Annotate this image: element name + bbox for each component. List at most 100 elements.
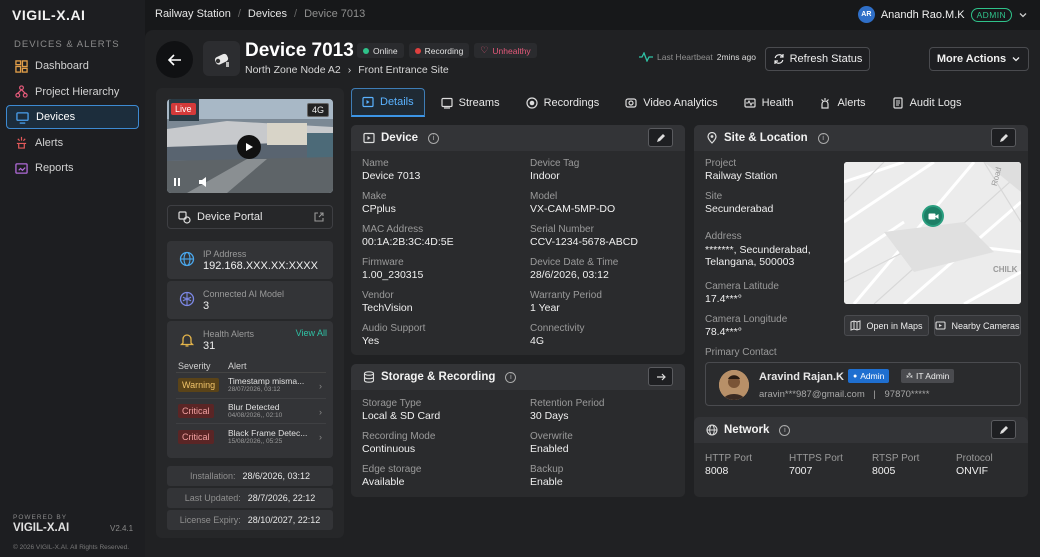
device-portal-button[interactable]: Device Portal [167,205,333,229]
field-storage-type: Storage Type Local & SD Card [362,398,441,422]
nearby-cameras-button[interactable]: Nearby Cameras [934,315,1021,336]
field-make: Make CPplus [362,191,396,215]
field-edge-storage: Edge storage Available [362,464,422,488]
map-camera-pin[interactable] [922,205,944,227]
tab-video-analytics[interactable]: Video Analytics [615,88,727,117]
field-retention-period: Retention Period 30 Days [530,398,605,422]
video-camera-icon [928,213,938,219]
info-icon[interactable]: i [428,132,440,144]
streams-icon [441,97,453,109]
field-recording-mode: Recording Mode Continuous [362,431,436,455]
live-video-preview[interactable]: Live 4G [167,99,333,193]
field-device-tag: Device Tag Indoor [530,158,580,182]
open-in-maps-button[interactable]: Open in Maps [844,315,929,336]
location-map[interactable]: Road CHILK [844,162,1021,304]
device-summary-panel: Live 4G Device Portal IP Address 192.168… [156,88,344,538]
app-root: VIGIL-X.AI DEVICES & ALERTS Dashboard Pr… [0,0,1040,557]
ai-model-box: Connected AI Model 3 [167,281,333,319]
detail-tabs: Details Streams Recordings Video Analyti… [351,88,1031,117]
chevron-right-icon: › [347,64,352,76]
chevron-right-icon: › [319,381,322,391]
view-all-link[interactable]: View All [296,328,327,338]
breadcrumb-project[interactable]: Railway Station [155,8,231,20]
ai-model-value: 3 [203,300,210,312]
sidebar-item-dashboard[interactable]: Dashboard [6,54,139,78]
field-https-port: HTTPS Port 7007 [789,453,843,477]
table-row[interactable]: Critical Blur Detected 04/08/2026,, 02:10… [176,399,326,424]
pencil-icon [999,425,1008,434]
sidebar-item-project-hierarchy[interactable]: Project Hierarchy [6,80,139,104]
health-alerts-box: Health Alerts 31 View All Severity Alert… [167,321,333,458]
field-audio-support: Audio Support Yes [362,323,426,347]
alert-siren-icon [821,97,830,109]
info-icon[interactable]: i [779,424,791,436]
field-project: Project Railway Station [705,158,778,182]
hierarchy-icon [15,85,28,98]
alert-time: 04/08/2026,, 02:10 [228,411,283,419]
topbar: Railway Station / Devices / Device 7013 … [145,0,1040,30]
column-header-severity: Severity [178,360,211,371]
tab-recordings[interactable]: Recordings [516,88,610,117]
portal-icon [178,210,191,224]
main-content: Device 7013 North Zone Node A2 › Front E… [145,30,1040,557]
field-firmware: Firmware 1.00_230315 [362,257,424,281]
breadcrumb: Railway Station / Devices / Device 7013 [155,8,365,20]
tab-streams[interactable]: Streams [431,88,510,117]
field-camera-longitude: Camera Longitude 78.4***° [705,314,788,338]
field-mac-address: MAC Address 00:1A:2B:3C:4D:5E [362,224,454,248]
arrow-right-icon [656,373,666,380]
edit-network-button[interactable] [991,420,1016,439]
ip-address-box: IP Address 192.168.XXX.XX:XXXX [167,241,333,279]
user-name: Anandh Rao.M.K [880,8,965,21]
powered-by: POWERED BY [13,514,68,521]
play-button[interactable] [237,135,261,159]
table-row[interactable]: Warning Timestamp misma... 28/07/2026, 03… [176,373,326,399]
edit-device-button[interactable] [648,128,673,147]
tab-health[interactable]: Health [734,88,804,117]
primary-contact-card[interactable]: Aravind Rajan.K ● Admin ⁂ IT Admin aravin*… [705,362,1021,406]
column-header-alert: Alert [228,360,247,371]
ip-address-label: IP Address [203,249,247,259]
more-actions-button[interactable]: More Actions [929,47,1029,71]
severity-badge: Critical [178,429,214,444]
heart-icon: ♡ [480,45,489,55]
edit-site-button[interactable] [991,128,1016,147]
user-menu[interactable]: AR Anandh Rao.M.K ADMIN [857,6,1028,23]
last-updated-info: Last Updated: 28/7/2026, 22:12 [167,488,333,508]
audit-logs-icon [892,96,903,109]
field-camera-latitude: Camera Latitude 17.4***° [705,281,779,305]
health-alerts-label: Health Alerts [203,329,255,339]
tab-details[interactable]: Details [351,88,425,117]
field-device-date-time: Device Date & Time 28/6/2026, 03:12 [530,257,619,281]
sidebar-item-devices[interactable]: Devices [6,105,139,130]
sidebar-item-reports[interactable]: Reports [6,156,139,180]
network-globe-icon [706,424,718,436]
sidebar-nav: Dashboard Project Hierarchy Devices Aler… [6,54,139,182]
sidebar-item-alerts[interactable]: Alerts [6,131,139,155]
tab-audit-logs[interactable]: Audit Logs [882,88,972,117]
health-icon [744,97,756,108]
back-button[interactable] [156,41,193,78]
contact-email: aravin***987@gmail.com [759,389,865,400]
alert-name: Black Frame Detec... [228,427,308,438]
version-label: V2.4.1 [110,524,134,533]
sidebar-item-label: Dashboard [35,60,89,72]
field-http-port: HTTP Port 8008 [705,453,753,477]
chevron-down-icon[interactable] [1018,10,1028,20]
video-controls-icon[interactable] [173,176,213,188]
role-badge: ADMIN [970,7,1012,22]
open-storage-button[interactable] [648,367,673,386]
breadcrumb-devices[interactable]: Devices [248,8,287,20]
table-row[interactable]: Critical Black Frame Detec... 15/08/2026,… [176,424,326,450]
info-icon[interactable]: i [505,371,517,383]
role-badge-it-admin: ⁂ IT Admin [901,369,955,383]
user-icon: ● [853,372,858,380]
details-icon [362,96,374,108]
live-badge: Live [171,103,196,115]
info-icon[interactable]: i [817,132,829,144]
tab-alerts[interactable]: Alerts [809,88,875,117]
online-dot-icon [363,47,369,54]
alert-name: Blur Detected [228,401,280,412]
refresh-status-button[interactable]: Refresh Status [765,47,870,71]
breadcrumb-current: Device 7013 [304,8,366,20]
